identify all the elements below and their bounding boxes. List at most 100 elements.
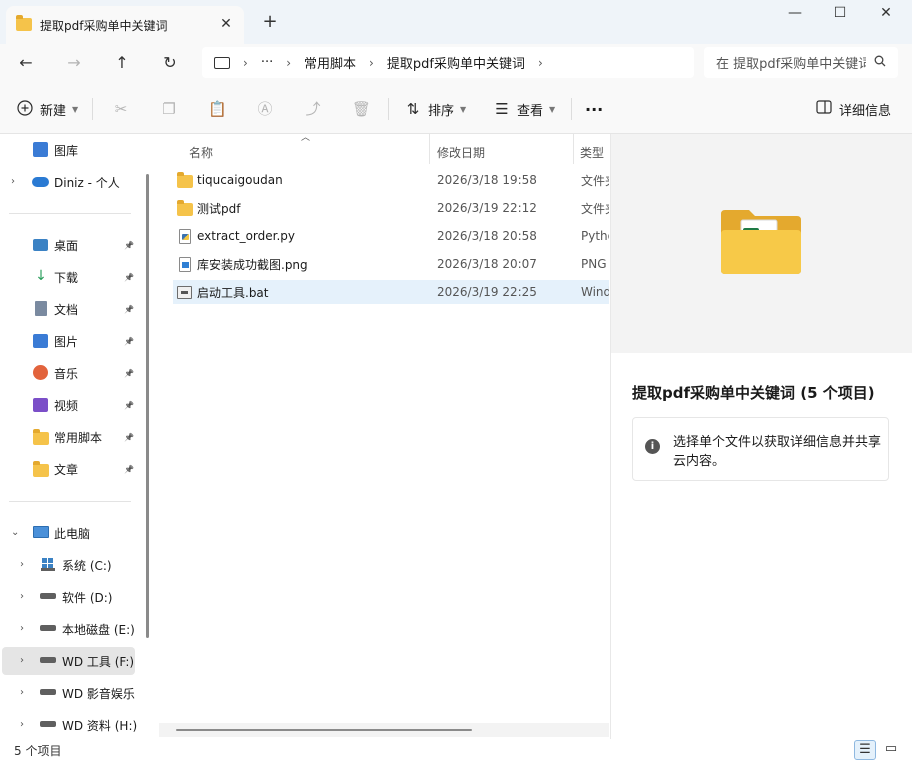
folder-icon <box>177 172 193 188</box>
details-pane-icon <box>815 100 833 118</box>
pin-icon[interactable]: 📌 <box>124 401 134 410</box>
drive-icon <box>40 652 56 668</box>
folder-icon <box>16 15 32 34</box>
sidebar-item-drive[interactable]: › WD 影音娱乐 <box>2 679 135 707</box>
divider <box>571 98 572 120</box>
sort-button[interactable]: ⇅ 排序 ▼ <box>404 96 466 122</box>
breadcrumb-item[interactable]: 常用脚本 <box>304 53 356 72</box>
close-window-button[interactable]: ✕ <box>863 4 909 26</box>
delete-button[interactable]: 🗑 <box>352 96 371 122</box>
info-text: 选择单个文件以获取详细信息并共享云内容。 <box>673 435 882 469</box>
divider <box>388 98 389 120</box>
sidebar-item-desktop[interactable]: 桌面 📌 <box>0 231 140 259</box>
sidebar-item-folder[interactable]: 常用脚本 📌 <box>0 423 140 451</box>
sidebar-scrollbar[interactable] <box>146 174 149 638</box>
pin-icon[interactable]: 📌 <box>124 433 134 442</box>
sidebar-item-drive[interactable]: › 系统 (C:) <box>2 551 135 579</box>
sidebar-item-this-pc[interactable]: ⌄ 此电脑 <box>0 519 140 547</box>
sidebar-item-label: 文章 <box>54 462 79 477</box>
divider <box>92 98 93 120</box>
file-type: 文件夹 <box>581 201 609 216</box>
sidebar-item-gallery[interactable]: 图库 <box>0 136 140 164</box>
pin-icon[interactable]: 📌 <box>124 305 134 314</box>
sidebar-item-music[interactable]: 音乐 📌 <box>0 359 140 387</box>
chevron-down-icon[interactable]: ⌄ <box>11 527 19 538</box>
sort-ascending-icon: ︿ <box>301 133 311 143</box>
view-button[interactable]: ☰ 查看 ▼ <box>493 96 555 122</box>
address-bar[interactable]: › ··· › 常用脚本 › 提取pdf采购单中关键词 › <box>202 47 694 78</box>
view-label: 查看 <box>517 103 544 119</box>
close-tab-icon[interactable]: ✕ <box>218 16 234 32</box>
sidebar-item-label: 软件 (D:) <box>62 590 113 605</box>
tab-current[interactable]: 提取pdf采购单中关键词 ✕ <box>6 6 244 44</box>
cut-button[interactable]: ✂ <box>112 96 130 122</box>
pin-icon[interactable]: 📌 <box>124 337 134 346</box>
sidebar-item-pictures[interactable]: 图片 📌 <box>0 327 140 355</box>
chevron-right-icon[interactable]: › <box>20 719 24 730</box>
file-list: ︿ 名称 修改日期 类型 tiqucaigoudan 2026/3/18 19:5… <box>159 133 609 739</box>
column-header-name[interactable]: 名称 <box>189 140 213 166</box>
file-name: 测试pdf <box>197 201 241 216</box>
sidebar-item-drive[interactable]: › WD 资料 (H:) <box>2 711 137 739</box>
pin-icon[interactable]: 📌 <box>124 465 134 474</box>
sidebar-item-folder[interactable]: 文章 📌 <box>0 455 140 483</box>
pin-icon[interactable]: 📌 <box>124 273 134 282</box>
file-modified-date: 2026/3/18 19:58 <box>437 173 537 187</box>
column-divider[interactable] <box>429 134 430 164</box>
back-button[interactable]: ← <box>12 50 40 78</box>
file-row[interactable]: 库安装成功截图.png 2026/3/18 20:07 PNG <box>173 252 609 276</box>
sidebar-item-drive[interactable]: › WD 工具 (F:) <box>2 647 135 675</box>
file-row[interactable]: tiqucaigoudan 2026/3/18 19:58 文件夹 <box>173 168 609 192</box>
cloud-icon <box>32 177 49 187</box>
folder-icon <box>33 429 49 448</box>
chevron-right-icon[interactable]: › <box>11 176 15 187</box>
breadcrumb-more[interactable]: ··· <box>261 55 273 70</box>
sidebar-item-drive[interactable]: › 本地磁盘 (E:) <box>2 615 135 643</box>
drive-icon <box>40 588 56 604</box>
details-pane-button[interactable]: 详细信息 <box>815 96 891 122</box>
more-options-button[interactable]: ··· <box>585 96 603 122</box>
paste-button[interactable]: 📋 <box>208 96 227 122</box>
chevron-right-icon[interactable]: › <box>20 655 24 666</box>
video-icon <box>33 398 48 412</box>
pin-icon[interactable]: 📌 <box>124 369 134 378</box>
column-divider[interactable] <box>573 134 574 164</box>
sort-icon: ⇅ <box>406 100 420 118</box>
forward-button[interactable]: → <box>60 50 88 78</box>
chevron-right-icon[interactable]: › <box>20 623 24 634</box>
file-row[interactable]: 启动工具.bat 2026/3/19 22:25 Windows <box>173 280 609 304</box>
sidebar-item-label: 视频 <box>54 398 79 413</box>
maximize-button[interactable]: ☐ <box>817 4 863 26</box>
file-row[interactable]: extract_order.py 2026/3/18 20:58 Python <box>173 224 609 248</box>
tiles-view-button[interactable]: ▭ <box>880 740 902 760</box>
refresh-button[interactable]: ↻ <box>156 50 184 78</box>
up-button[interactable]: ↑ <box>108 50 136 78</box>
new-tab-button[interactable]: + <box>259 12 281 34</box>
copy-button[interactable]: ❐ <box>160 96 178 122</box>
horizontal-scrollbar[interactable] <box>176 729 472 731</box>
breadcrumb-separator: › <box>369 55 374 70</box>
sidebar-item-video[interactable]: 视频 📌 <box>0 391 140 419</box>
minimize-button[interactable]: — <box>772 4 818 26</box>
sidebar-item-drive[interactable]: › 软件 (D:) <box>2 583 135 611</box>
sidebar-item-document[interactable]: 文档 📌 <box>0 295 140 323</box>
chevron-right-icon[interactable]: › <box>20 687 24 698</box>
divider <box>9 213 131 214</box>
column-header-type[interactable]: 类型 <box>580 140 604 166</box>
sidebar-item-onedrive[interactable]: › Diniz - 个人 <box>0 168 140 196</box>
search-box[interactable]: 在 提取pdf采购单中关键词 中搜索 <box>704 47 898 78</box>
column-header-modified[interactable]: 修改日期 <box>437 140 485 166</box>
breadcrumb-item[interactable]: 提取pdf采购单中关键词 <box>387 53 525 72</box>
item-count: 5 个项目 <box>14 744 62 758</box>
drive-icon <box>40 620 56 636</box>
new-button[interactable]: 新建 ▼ <box>16 96 78 122</box>
chevron-right-icon[interactable]: › <box>20 559 24 570</box>
chevron-right-icon[interactable]: › <box>20 591 24 602</box>
search-input[interactable]: 在 提取pdf采购单中关键词 中搜索 <box>716 53 866 72</box>
rename-button[interactable]: Ⓐ <box>256 96 274 122</box>
pin-icon[interactable]: 📌 <box>124 241 134 250</box>
details-view-button[interactable]: ☰ <box>854 740 876 760</box>
file-row[interactable]: 测试pdf 2026/3/19 22:12 文件夹 <box>173 196 609 220</box>
share-button[interactable]: ⤴ <box>304 96 322 122</box>
sidebar-item-download[interactable]: ↓ 下载 📌 <box>0 263 140 291</box>
